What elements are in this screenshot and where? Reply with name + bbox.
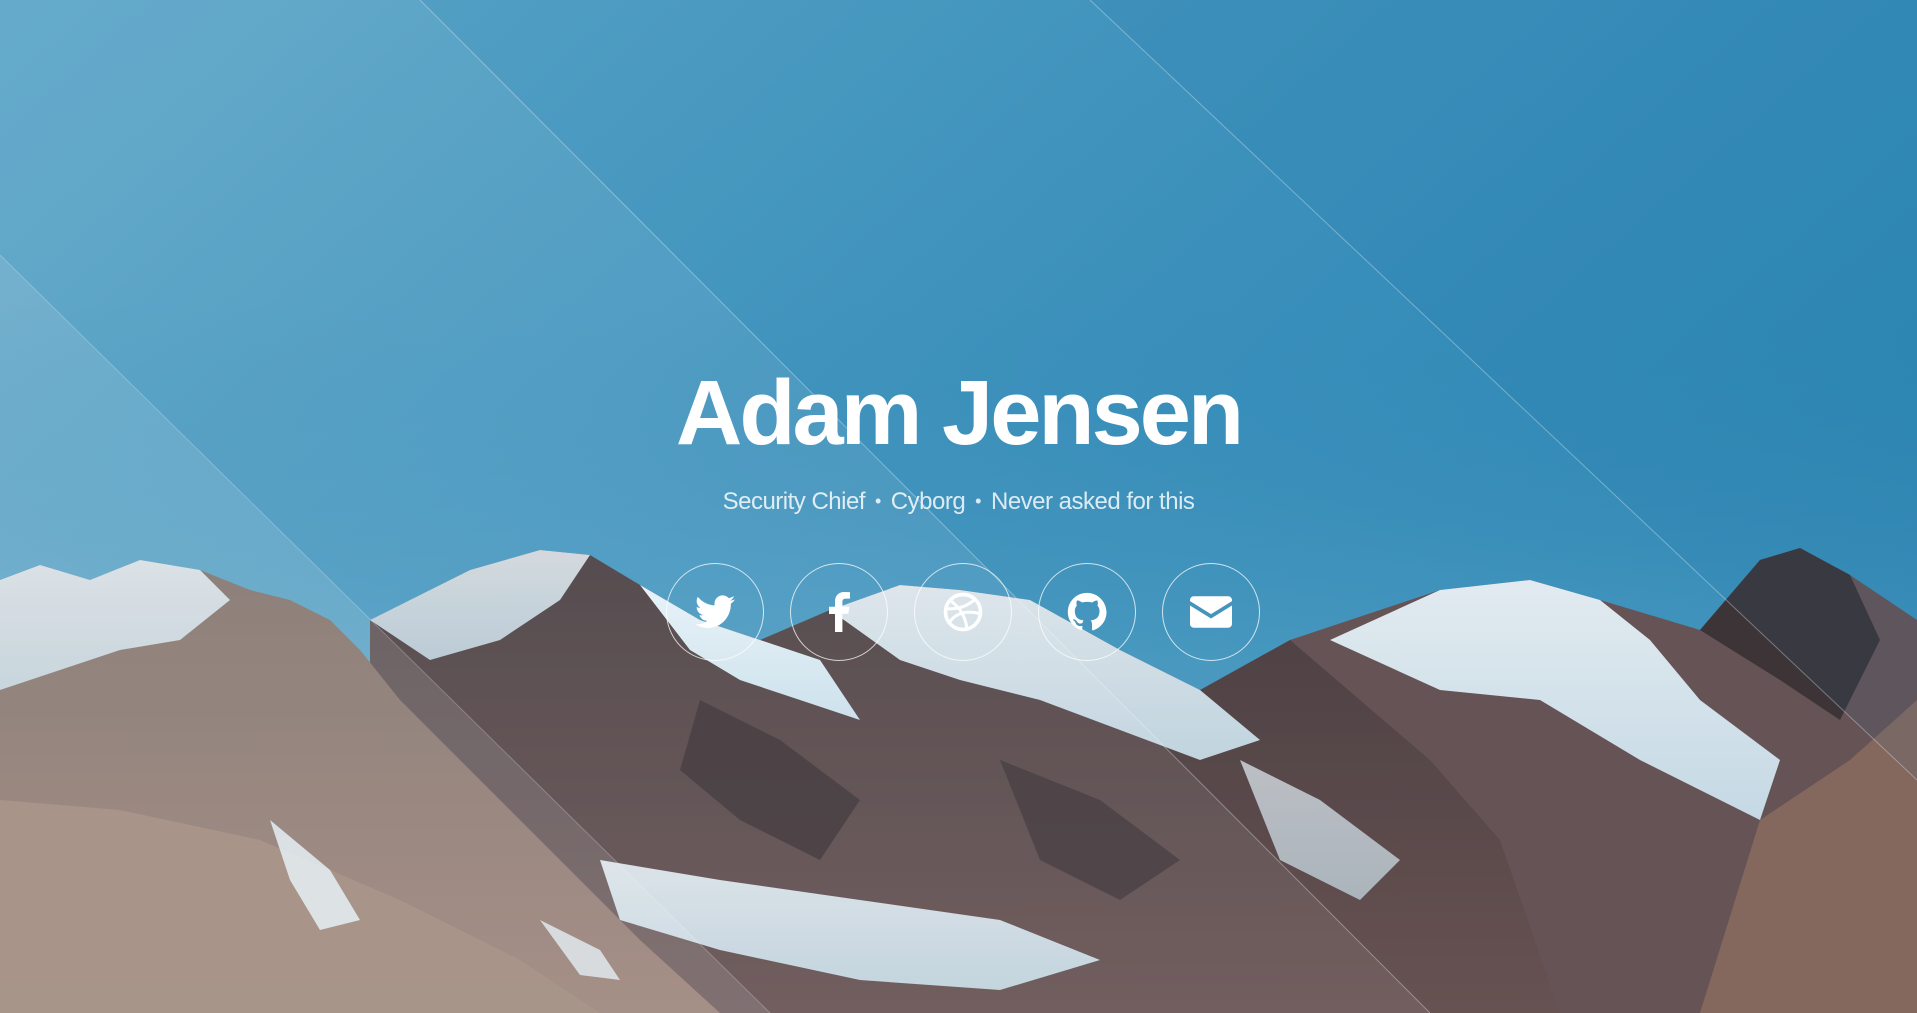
tagline-separator: •: [874, 491, 881, 511]
github-icon: [1067, 592, 1107, 631]
hero-section: Adam Jensen Security Chief • Cyborg • Never …: [0, 0, 1917, 1013]
dribbble-icon: [943, 592, 983, 632]
facebook-link[interactable]: [790, 563, 888, 661]
social-links: [0, 563, 1917, 661]
landing-page: Adam Jensen Security Chief • Cyborg • Never …: [0, 0, 1917, 1013]
tagline-separator: •: [975, 491, 981, 511]
twitter-link[interactable]: [666, 563, 764, 661]
dribbble-link[interactable]: [914, 563, 1012, 661]
tagline-item: Cyborg: [890, 488, 966, 515]
profile-name: Adam Jensen: [675, 362, 1244, 464]
github-link[interactable]: [1038, 563, 1136, 661]
profile-tagline: Security Chief • Cyborg • Never asked for th…: [0, 484, 1917, 519]
email-link[interactable]: [1162, 563, 1260, 661]
tagline-item: Security Chief: [722, 488, 866, 515]
facebook-icon: [829, 592, 850, 632]
twitter-icon: [695, 595, 735, 628]
tagline-item: Never asked for this: [990, 488, 1195, 515]
email-icon: [1190, 596, 1232, 628]
